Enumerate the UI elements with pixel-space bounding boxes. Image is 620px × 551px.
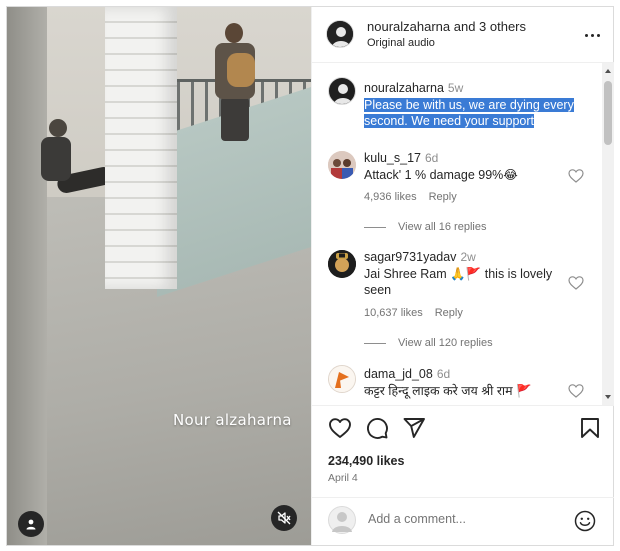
commenter-avatar-image xyxy=(328,151,356,179)
caption-header: nouralzaharna 5w xyxy=(364,81,463,95)
view-replies-label: View all 120 replies xyxy=(398,337,493,349)
scrollbar-thumb[interactable] xyxy=(604,81,612,145)
commenter-avatar-image xyxy=(329,366,355,392)
comment-meta: 10,637 likes Reply xyxy=(364,307,463,319)
post-likes-count[interactable]: 234,490 likes xyxy=(328,454,404,468)
commenter-avatar[interactable] xyxy=(328,365,356,393)
caption-time[interactable]: 5w xyxy=(448,81,463,95)
view-replies-label: View all 16 replies xyxy=(398,221,487,233)
more-options-button[interactable] xyxy=(580,23,604,43)
replies-divider xyxy=(364,226,386,228)
post-author-line: nouralzaharna and 3 others xyxy=(367,19,526,34)
heart-icon[interactable] xyxy=(328,416,352,440)
video-frame-pillar xyxy=(105,7,177,289)
more-horizontal-icon xyxy=(583,24,601,42)
caption-text-line-2: second. We need your support xyxy=(364,114,535,128)
heart-icon[interactable] xyxy=(568,275,584,291)
post-side-panel: nouralzaharna and 3 others Original audi… xyxy=(311,7,614,545)
comment-icon[interactable] xyxy=(365,416,389,440)
comment-text: Attack' 1 % damage 99%😂 xyxy=(364,168,518,182)
add-comment-bar xyxy=(312,497,614,545)
comment-text: Jai Shree Ram 🙏🚩 this is lovely seen xyxy=(364,266,564,298)
comment-text-line-1: Jai Shree Ram 🙏🚩 this is lovely xyxy=(364,267,553,281)
caption-text: Please be with us, we are dying every se… xyxy=(364,97,594,129)
mute-button[interactable] xyxy=(271,505,297,531)
comment-username[interactable]: sagar9731yadav xyxy=(364,250,456,264)
commenter-avatar[interactable] xyxy=(328,151,356,179)
comment-reply-button[interactable]: Reply xyxy=(429,191,457,203)
comment-meta: 4,936 likes Reply xyxy=(364,191,457,203)
comment-text-line-2: seen xyxy=(364,283,392,297)
share-icon[interactable] xyxy=(402,416,426,440)
replies-divider xyxy=(364,342,386,344)
comments-scrollbar[interactable] xyxy=(602,63,614,405)
heart-icon[interactable] xyxy=(568,168,584,184)
audio-link[interactable]: Original audio xyxy=(367,37,435,49)
commenter-avatar[interactable] xyxy=(328,250,356,278)
comment-likes-count[interactable]: 4,936 likes xyxy=(364,191,417,203)
view-replies-button[interactable]: View all 16 replies xyxy=(364,221,486,233)
comment-header: dama_jd_08 6d xyxy=(364,367,450,381)
post-video[interactable]: Nour alzaharna xyxy=(7,7,311,545)
bookmark-icon[interactable] xyxy=(578,416,602,440)
video-frame-seated-person xyxy=(37,119,115,197)
speaker-muted-icon xyxy=(277,511,291,525)
video-frame-standing-person xyxy=(207,23,263,143)
comment-time[interactable]: 6d xyxy=(437,367,450,381)
author-avatar-image xyxy=(327,21,353,47)
video-frame-left-wall xyxy=(7,7,47,545)
post-actions-bar: 234,490 likes April 4 xyxy=(312,405,614,497)
post-modal: Nour alzaharna nouralzaharna and 3 other… xyxy=(6,6,614,546)
current-user-avatar xyxy=(328,506,356,534)
caption-text-line-1: Please be with us, we are dying every xyxy=(364,98,574,112)
comments-list[interactable]: nouralzaharna 5w Please be with us, we ar… xyxy=(312,63,602,405)
comment-username[interactable]: dama_jd_08 xyxy=(364,367,433,381)
emoji-icon[interactable] xyxy=(574,510,596,532)
comment-likes-count[interactable]: 10,637 likes xyxy=(364,307,423,319)
default-avatar-icon xyxy=(332,512,352,532)
commenter-avatar-image xyxy=(328,250,356,278)
view-replies-button[interactable]: View all 120 replies xyxy=(364,337,493,349)
post-header: nouralzaharna and 3 others Original audi… xyxy=(312,7,614,63)
comment-reply-button[interactable]: Reply xyxy=(435,307,463,319)
caption-author-avatar-image xyxy=(334,84,352,104)
scroll-down-arrow-icon[interactable] xyxy=(604,393,612,401)
scroll-up-arrow-icon[interactable] xyxy=(604,67,612,75)
caption-author-avatar[interactable] xyxy=(328,77,356,105)
comment-time[interactable]: 2w xyxy=(460,250,475,264)
user-tag-button[interactable] xyxy=(18,511,44,537)
comment-time[interactable]: 6d xyxy=(425,151,438,165)
comment-header: kulu_s_17 6d xyxy=(364,151,438,165)
comment-header: sagar9731yadav 2w xyxy=(364,250,476,264)
author-username-link[interactable]: nouralzaharna xyxy=(367,19,450,34)
caption-username[interactable]: nouralzaharna xyxy=(364,81,444,95)
heart-icon[interactable] xyxy=(568,383,584,399)
user-tag-icon xyxy=(26,519,36,530)
author-avatar[interactable] xyxy=(326,20,354,48)
comment-text: कट्टर हिन्दू लाइक करे जय श्री राम 🚩 xyxy=(364,384,532,398)
video-watermark: Nour alzaharna xyxy=(173,411,292,429)
add-comment-input[interactable] xyxy=(368,512,558,526)
comment-username[interactable]: kulu_s_17 xyxy=(364,151,421,165)
post-date[interactable]: April 4 xyxy=(328,472,358,484)
collab-others-link[interactable]: and 3 others xyxy=(450,19,526,34)
